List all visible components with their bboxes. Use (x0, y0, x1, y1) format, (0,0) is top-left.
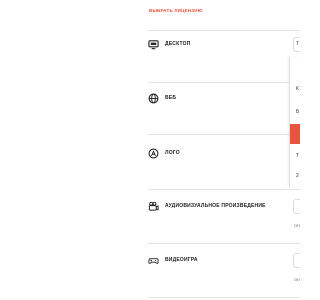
license-row-label: АУДИОВИЗУАЛЬНОЕ ПРОИЗВЕДЕНИЕ (165, 203, 266, 209)
dropdown-option-active[interactable] (290, 124, 300, 144)
choose-license-label: ВЫБРАТЬ ЛИЦЕНЗИЮ (149, 8, 203, 13)
dropdown-option-label: Т (296, 153, 300, 159)
license-row-videogame[interactable]: ВИДЕОИГРА ОП (148, 243, 300, 297)
dropdown-option[interactable]: Б (290, 102, 300, 122)
license-select-desktop[interactable]: Т (293, 37, 300, 52)
license-select-value: Т (296, 41, 300, 47)
row-divider (148, 30, 300, 31)
video-camera-icon (148, 201, 159, 212)
dropdown-option[interactable]: К (290, 79, 300, 99)
license-page: ВЫБРАТЬ ЛИЦЕНЗИЮ ДЕСКТОП Т ВЕБ ЛОГО АУДИ… (0, 0, 300, 300)
row-divider (148, 297, 300, 298)
gamepad-icon (148, 255, 159, 266)
license-row-note: ОП (294, 277, 300, 282)
dropdown-option-label: 2 (296, 173, 299, 179)
row-divider (148, 134, 300, 135)
dropdown-option-label: К (296, 86, 299, 92)
license-row-label: ЛОГО (165, 150, 180, 156)
license-row-audiovisual[interactable]: АУДИОВИЗУАЛЬНОЕ ПРОИЗВЕДЕНИЕ ОП (148, 189, 300, 243)
license-select-audiovisual[interactable] (293, 199, 300, 214)
license-row-label: ВИДЕОИГРА (165, 257, 198, 263)
row-divider (148, 243, 300, 244)
row-divider (148, 82, 300, 83)
license-row-label: ВЕБ (165, 95, 177, 101)
license-row-web[interactable]: ВЕБ (148, 82, 300, 136)
license-row-label: ДЕСКТОП (165, 41, 191, 47)
license-dropdown-list[interactable]: К Б Т 2 (289, 57, 300, 187)
license-row-desktop[interactable]: ДЕСКТОП Т (148, 30, 300, 84)
row-divider (148, 189, 300, 190)
dropdown-option[interactable]: Т (290, 146, 300, 166)
dropdown-option[interactable]: 2 (290, 166, 300, 186)
globe-icon (148, 93, 159, 104)
license-row-logo[interactable]: ЛОГО (148, 134, 300, 188)
dropdown-option[interactable] (290, 57, 300, 77)
dropdown-option-label: Б (296, 109, 300, 115)
monitor-icon (148, 39, 159, 50)
logo-icon (148, 148, 159, 159)
license-row-note: ОП (294, 223, 300, 228)
license-select-videogame[interactable] (293, 253, 300, 268)
